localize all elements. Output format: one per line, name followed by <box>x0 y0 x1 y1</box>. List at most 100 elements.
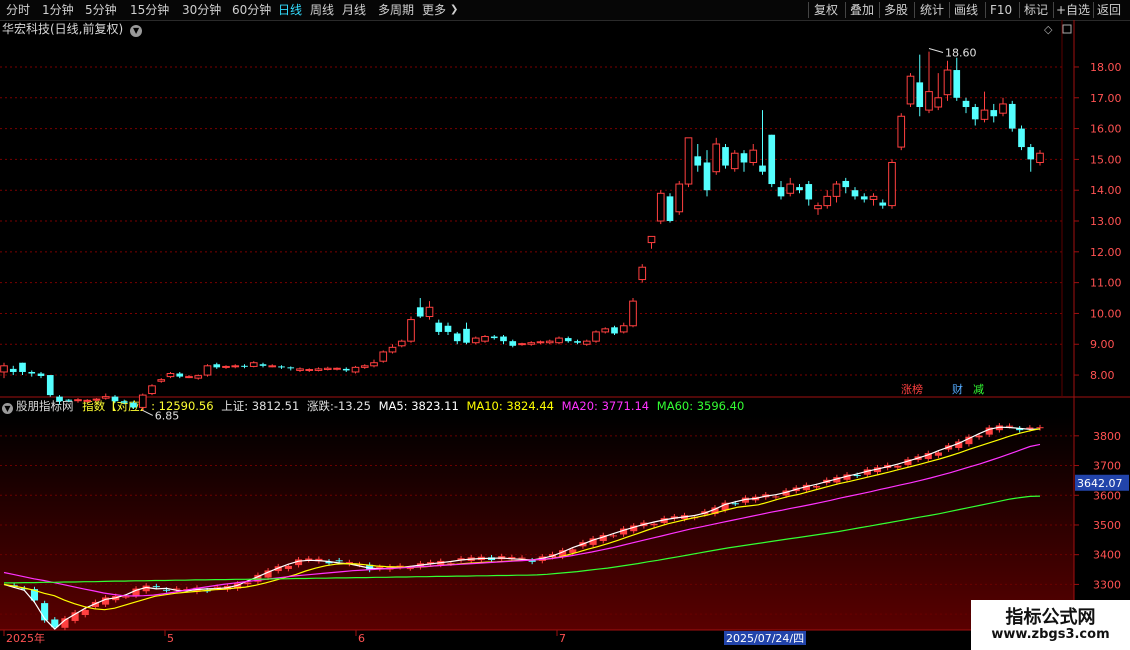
price-candle <box>28 371 36 374</box>
price-candle <box>379 351 388 362</box>
price-tick-label: 12.00 <box>1090 246 1122 259</box>
multi-stock-button[interactable]: 多股 <box>884 1 908 19</box>
price-tick-label: 14.00 <box>1090 184 1122 197</box>
index-candle <box>162 589 171 591</box>
price-candle <box>74 399 82 402</box>
index-candle <box>152 586 160 588</box>
price-candle <box>287 367 295 369</box>
statistics-button[interactable]: 统计 <box>920 1 944 19</box>
price-candle <box>943 69 952 96</box>
period-tab-30min[interactable]: 30分钟 <box>182 1 221 19</box>
price-tick-label: 9.00 <box>1090 338 1115 351</box>
price-candle <box>582 340 591 345</box>
price-candle <box>37 373 45 376</box>
add-watchlist-button[interactable]: +自选 <box>1056 1 1090 19</box>
price-candle <box>1027 147 1035 160</box>
period-tab-multi[interactable]: 多周期 <box>378 1 414 19</box>
price-candle <box>712 143 721 173</box>
index-candle <box>244 582 252 585</box>
f10-button[interactable]: F10 <box>990 1 1012 19</box>
price-tick-label: 15.00 <box>1090 153 1122 166</box>
price-candle <box>435 322 443 332</box>
indicator-tick-label: 3300 <box>1093 578 1121 591</box>
price-candle <box>509 341 517 346</box>
indicator-tick-label: 3400 <box>1093 549 1121 562</box>
price-candle <box>730 152 739 170</box>
period-tab-weekly[interactable]: 周线 <box>310 1 334 19</box>
period-tab-daily[interactable]: 日线 <box>278 1 302 19</box>
toolbar: 分时 1分钟 5分钟 15分钟 30分钟 60分钟 日线 周线 月线 多周期 更… <box>0 0 1130 21</box>
price-candle <box>138 394 147 408</box>
toolbar-divider <box>1053 2 1054 18</box>
price-candle <box>83 399 92 402</box>
price-candle <box>722 147 729 166</box>
indicator-tick-label: 3600 <box>1093 489 1121 502</box>
price-candle <box>777 187 785 197</box>
date-tick-label: 6 <box>358 632 365 645</box>
price-candle <box>249 362 258 367</box>
draw-line-button[interactable]: 画线 <box>954 1 978 19</box>
toolbar-divider <box>985 2 986 18</box>
price-candle <box>500 336 507 342</box>
price-candle <box>814 205 822 210</box>
event-badge: 涨榜 <box>901 382 923 396</box>
price-candle <box>897 115 906 148</box>
price-candle <box>786 183 795 194</box>
event-badge: 财 <box>952 382 963 396</box>
price-candle <box>148 385 156 395</box>
price-candle <box>1018 128 1025 148</box>
panel-toggle-icon[interactable] <box>1062 24 1072 34</box>
price-candle <box>879 202 887 206</box>
toolbar-divider <box>1019 2 1020 18</box>
price-candle <box>111 396 119 402</box>
price-candle <box>805 184 813 200</box>
price-candle <box>906 75 915 105</box>
price-candle <box>574 341 581 343</box>
index-candle <box>975 435 983 438</box>
fuquan-button[interactable]: 复权 <box>814 1 838 19</box>
price-candle <box>296 368 304 371</box>
toolbar-divider <box>879 2 880 18</box>
price-tick-label: 10.00 <box>1090 307 1122 320</box>
price-candle <box>555 337 563 344</box>
price-candle <box>490 336 498 339</box>
index-candle <box>609 535 617 537</box>
period-tab-fenshi[interactable]: 分时 <box>6 1 30 19</box>
period-tab-monthly[interactable]: 月线 <box>342 1 366 19</box>
price-candle <box>971 107 979 120</box>
price-candle <box>92 398 101 401</box>
current-value-label: 3642.07 <box>1077 477 1123 490</box>
mark-button[interactable]: 标记 <box>1024 1 1048 19</box>
price-candle <box>749 149 758 163</box>
price-tick-label: 18.00 <box>1090 61 1122 74</box>
period-tab-60min[interactable]: 60分钟 <box>232 1 271 19</box>
price-candle <box>241 365 248 367</box>
period-tab-more[interactable]: 更多 <box>422 1 446 19</box>
indicator-tick-label: 3700 <box>1093 460 1121 473</box>
indicator-background <box>0 416 1074 630</box>
period-tab-15min[interactable]: 15分钟 <box>130 1 169 19</box>
chevron-right-icon[interactable]: ❯ <box>450 1 458 19</box>
period-tab-5min[interactable]: 5分钟 <box>85 1 117 19</box>
price-candle <box>980 109 989 120</box>
price-candle <box>166 373 175 378</box>
price-candle <box>629 300 637 327</box>
price-candle <box>842 180 850 188</box>
index-candle <box>894 465 902 468</box>
price-candle <box>176 373 184 377</box>
toolbar-divider <box>914 2 915 18</box>
price-candle <box>46 375 54 396</box>
price-candle <box>656 192 665 222</box>
period-tab-1min[interactable]: 1分钟 <box>42 1 74 19</box>
back-button[interactable]: 返回 <box>1097 1 1121 19</box>
price-candle <box>934 97 943 108</box>
overlay-button[interactable]: 叠加 <box>850 1 874 19</box>
watermark: 指标公式网 www.zbgs3.com <box>971 600 1130 650</box>
index-candle <box>853 475 861 477</box>
price-candle <box>684 137 693 185</box>
price-candle <box>999 103 1007 114</box>
diamond-icon[interactable]: ◇ <box>1044 23 1053 36</box>
price-candle <box>592 331 600 342</box>
price-candle <box>703 162 711 191</box>
index-candle <box>1036 427 1044 429</box>
